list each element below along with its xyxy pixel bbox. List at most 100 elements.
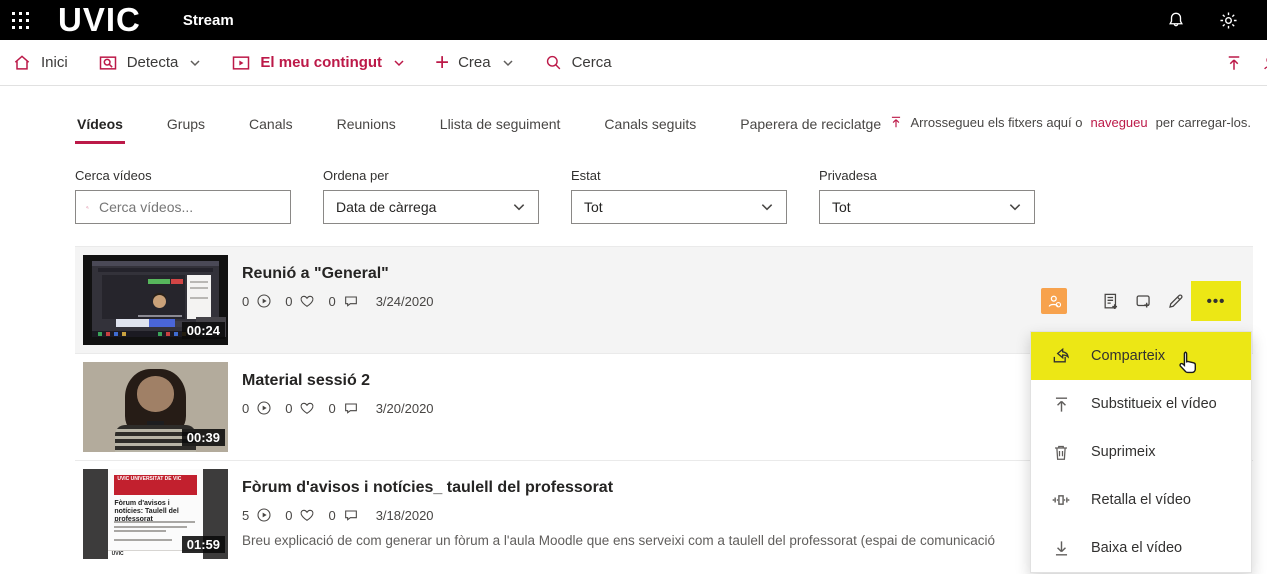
menu-item-suprimeix[interactable]: Suprimeix [1031,428,1251,476]
tab-reunions[interactable]: Reunions [335,116,398,144]
share-icon [1051,346,1071,366]
waffle-grid-icon [11,11,29,29]
video-title[interactable]: Material sessió 2 [242,372,434,390]
nav-label-detecta: Detecta [126,54,179,71]
menu-item-substitueix[interactable]: Substitueix el vídeo [1031,380,1251,428]
slide-header: UVIC UNIVERSITAT DE VIC [114,475,197,496]
video-stats: 0 0 0 3/20/2020 [242,400,434,416]
video-title[interactable]: Reunió a "General" [242,265,434,283]
drag-drop-hint: Arrossegueu els fitxers aquí o navegueu … [889,114,1251,130]
more-options-menu: Comparteix Substitueix el vídeo Suprimei… [1030,331,1252,573]
replace-upload-icon [1051,394,1071,414]
hint-text-before: Arrossegueu els fitxers aquí o [910,114,1083,130]
nav-item-crea[interactable]: + Crea [435,50,514,74]
notifications-bell-icon[interactable] [1165,9,1187,31]
state-label: Estat [571,168,601,183]
video-stats: 5 0 0 3/18/2020 [242,507,995,523]
filter-search-group: Cerca vídeos [75,168,291,224]
tab-canals[interactable]: Canals [247,116,295,144]
upload-date: 3/20/2020 [375,400,434,416]
trim-video-icon [1051,490,1071,510]
privacy-dropdown[interactable]: Tot [819,190,1035,224]
main-navigation: Inici Detecta El meu contingut + Crea Ce [0,40,1267,86]
nav-right-actions [1225,40,1243,86]
duration-badge: 01:59 [181,536,225,553]
menu-item-comparteix[interactable]: Comparteix [1031,332,1251,380]
app-launcher-icon[interactable] [0,0,40,40]
chevron-down-icon [190,59,200,66]
row-action-icons: ••• [1041,281,1241,321]
video-meta: Fòrum d'avisos i notícies_ taulell del p… [242,469,995,559]
nav-item-el-meu-contingut[interactable]: El meu contingut [231,53,405,73]
upload-icon[interactable] [1225,53,1243,73]
filter-privacy-group: Privadesa Tot [819,168,1035,224]
menu-label: Suprimeix [1091,444,1156,460]
chevron-down-icon [761,204,773,211]
video-stats: 0 0 0 3/24/2020 [242,293,434,309]
video-search-box [75,190,291,224]
heart-icon [301,295,314,307]
sort-label: Ordena per [323,168,389,183]
menu-label: Substitueix el vídeo [1091,396,1217,412]
video-thumbnail[interactable]: UVIC UNIVERSITAT DE VIC Fòrum d'avisos i… [83,469,228,559]
download-icon [1051,538,1071,558]
nav-label-el-meu-contingut: El meu contingut [260,54,383,71]
likes-count: 0 [285,293,293,309]
views-icon [257,401,271,415]
menu-label: Comparteix [1091,348,1166,364]
state-value: Tot [584,199,603,215]
nav-item-detecta[interactable]: Detecta [98,53,202,73]
state-dropdown[interactable]: Tot [571,190,787,224]
upload-date: 3/24/2020 [375,293,434,309]
my-content-icon [233,55,250,70]
search-videos-input[interactable] [99,199,280,215]
browse-link[interactable]: navegueu [1091,115,1148,130]
views-count: 5 [242,507,250,523]
topbar-actions [1165,0,1239,40]
restricted-permission-icon[interactable] [1041,288,1067,314]
menu-item-retalla[interactable]: Retalla el vídeo [1031,476,1251,524]
duration-badge: 00:39 [181,429,225,446]
filter-bar: Cerca vídeos Ordena per Data de càrrega … [75,168,1253,224]
comment-icon [344,296,357,307]
video-meta: Reunió a "General" 0 0 0 3/24/2020 [242,255,434,345]
tab-canals-seguits[interactable]: Canals seguits [602,116,698,144]
views-icon [257,294,271,308]
add-to-group-icon[interactable] [1127,285,1159,317]
filter-state-group: Estat Tot [571,168,787,224]
video-description: Breu explicació de com generar un fòrum … [242,533,995,548]
upload-date: 3/18/2020 [375,507,434,523]
nav-item-cerca[interactable]: Cerca [544,53,612,72]
sort-dropdown[interactable]: Data de càrrega [323,190,539,224]
filter-sort-group: Ordena per Data de càrrega [323,168,539,224]
tab-videos[interactable]: Vídeos [75,116,125,144]
uvic-logo[interactable]: UVIC [58,0,141,40]
comments-count: 0 [328,293,336,309]
app-name[interactable]: Stream [183,12,234,29]
menu-item-baixa[interactable]: Baixa el vídeo [1031,524,1251,572]
tab-grups[interactable]: Grups [165,116,207,144]
more-options-button[interactable]: ••• [1191,281,1241,321]
discover-icon [99,55,116,70]
edit-pencil-icon[interactable] [1159,285,1191,317]
tab-paperera-de-reciclatge[interactable]: Paperera de reciclatge [738,116,883,144]
nav-label-inici: Inici [41,54,68,71]
video-title[interactable]: Fòrum d'avisos i notícies_ taulell del p… [242,479,995,497]
views-icon [257,508,271,522]
tab-llista-de-seguiment[interactable]: Llista de seguiment [438,116,563,144]
partial-person-icon[interactable] [1261,54,1267,72]
video-thumbnail[interactable]: 00:24 [83,255,228,345]
video-thumbnail[interactable]: 00:39 [83,362,228,452]
tab-bar: Vídeos Grups Canals Reunions Llista de s… [75,86,1253,144]
stream-page: UVIC Stream Inici Detecta El meu conting… [0,0,1267,574]
nav-item-inici[interactable]: Inici [12,53,68,73]
duration-badge: 00:24 [181,322,225,339]
settings-gear-icon[interactable] [1217,9,1239,31]
search-icon [86,205,89,209]
likes-count: 0 [285,507,293,523]
video-meta: Material sessió 2 0 0 0 3/20/2020 [242,362,434,452]
chevron-down-icon [513,204,525,211]
chevron-down-icon [503,59,513,66]
ellipsis-icon: ••• [1206,292,1226,310]
add-to-watchlist-icon[interactable] [1095,285,1127,317]
